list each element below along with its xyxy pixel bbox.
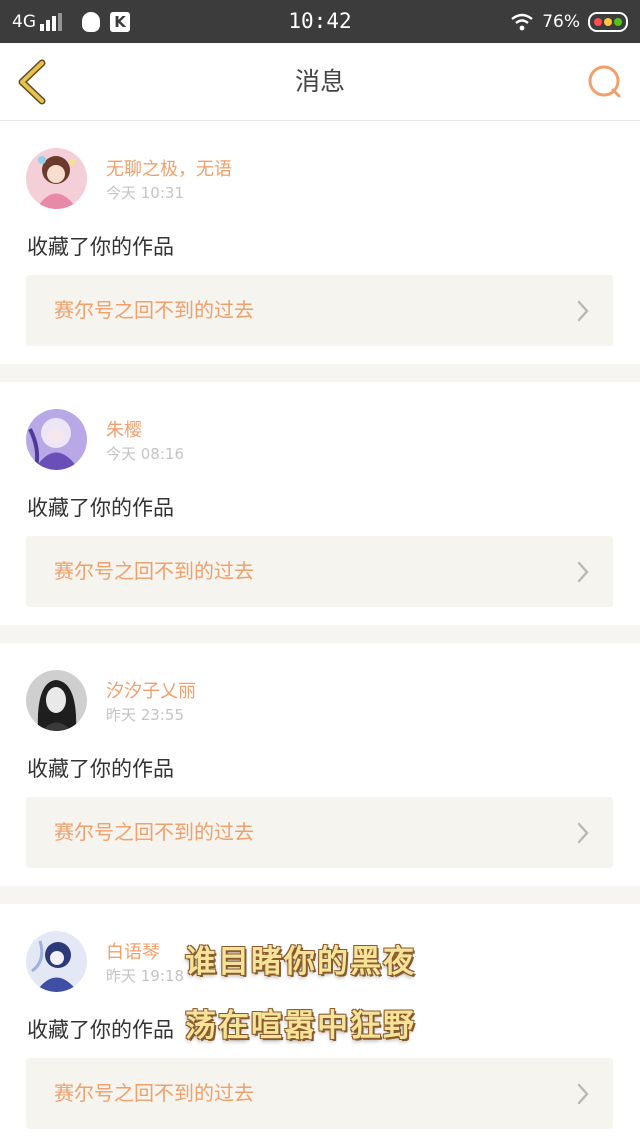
action-text: 收藏了你的作品 bbox=[27, 235, 174, 259]
work-link[interactable]: 赛尔号之回不到的过去 bbox=[26, 275, 613, 346]
avatar[interactable] bbox=[26, 670, 87, 731]
timestamp: 昨天 23:55 bbox=[106, 706, 184, 724]
chevron-right-icon bbox=[577, 822, 589, 844]
work-title: 赛尔号之回不到的过去 bbox=[54, 298, 254, 322]
work-title: 赛尔号之回不到的过去 bbox=[54, 559, 254, 583]
work-link[interactable]: 赛尔号之回不到的过去 bbox=[26, 1058, 613, 1129]
username[interactable]: 白语琴 bbox=[106, 938, 160, 964]
action-text: 收藏了你的作品 bbox=[27, 757, 174, 781]
work-link[interactable]: 赛尔号之回不到的过去 bbox=[26, 797, 613, 868]
overlay-caption-line1: 谁目睹你的黑夜 bbox=[185, 944, 416, 980]
status-right: 76% bbox=[510, 0, 628, 43]
action-text: 收藏了你的作品 bbox=[27, 1018, 174, 1042]
message-card: 无聊之极，无语 今天 10:31 收藏了你的作品 赛尔号之回不到的过去 bbox=[0, 121, 640, 364]
username[interactable]: 无聊之极，无语 bbox=[106, 155, 232, 181]
work-link[interactable]: 赛尔号之回不到的过去 bbox=[26, 536, 613, 607]
message-card: 朱樱 今天 08:16 收藏了你的作品 赛尔号之回不到的过去 bbox=[0, 382, 640, 625]
username[interactable]: 汐汐子乂丽 bbox=[106, 677, 196, 703]
battery-percent: 76% bbox=[542, 11, 580, 32]
chevron-right-icon bbox=[577, 1083, 589, 1105]
status-bar: 4G K 10:42 76% bbox=[0, 0, 640, 43]
message-card: 汐汐子乂丽 昨天 23:55 收藏了你的作品 赛尔号之回不到的过去 bbox=[0, 643, 640, 886]
avatar[interactable] bbox=[26, 931, 87, 992]
avatar[interactable] bbox=[26, 409, 87, 470]
battery-icon bbox=[588, 11, 628, 32]
overlay-caption-line2: 荡在喧嚣中狂野 bbox=[185, 1008, 416, 1044]
nav-bar: 消息 bbox=[0, 43, 640, 121]
username[interactable]: 朱樱 bbox=[106, 416, 142, 442]
wifi-icon bbox=[511, 13, 533, 30]
chevron-right-icon bbox=[577, 300, 589, 322]
action-text: 收藏了你的作品 bbox=[27, 496, 174, 520]
search-icon bbox=[588, 65, 621, 98]
avatar[interactable] bbox=[26, 148, 87, 209]
search-button[interactable] bbox=[586, 63, 624, 101]
page-title: 消息 bbox=[294, 67, 345, 96]
timestamp: 今天 08:16 bbox=[106, 445, 184, 463]
work-title: 赛尔号之回不到的过去 bbox=[54, 820, 254, 844]
work-title: 赛尔号之回不到的过去 bbox=[54, 1081, 254, 1105]
timestamp: 今天 10:31 bbox=[106, 184, 184, 202]
chevron-right-icon bbox=[577, 561, 589, 583]
timestamp: 昨天 19:18 bbox=[106, 967, 184, 985]
